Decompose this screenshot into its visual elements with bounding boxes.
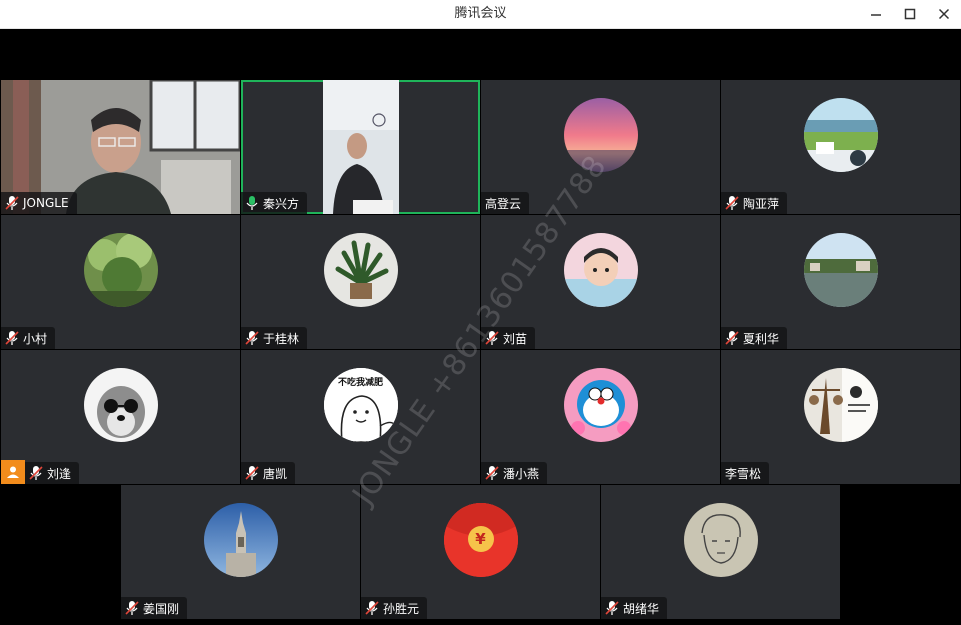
participant-tile[interactable]: 姜国刚 <box>121 485 360 619</box>
minimize-button[interactable] <box>859 0 893 28</box>
participant-tile[interactable]: 刘逢 <box>1 350 240 484</box>
participant-name-bar: 刘逢 <box>25 462 80 484</box>
mic-muted-icon <box>5 195 19 211</box>
participant-name: 潘小燕 <box>503 466 540 481</box>
avatar: ¥ <box>443 503 518 577</box>
participant-name: 胡绪华 <box>623 601 660 616</box>
participant-tile[interactable]: 胡绪华 <box>601 485 840 619</box>
participant-name-bar: 孙胜元 <box>361 597 428 619</box>
participant-name: 李雪松 <box>725 466 762 481</box>
title-bar: 腾讯会议 <box>0 0 961 29</box>
red-envelope-symbol: ¥ <box>475 530 486 548</box>
participant-name: 小村 <box>23 331 48 346</box>
avatar <box>83 233 158 307</box>
participant-name: 刘苗 <box>503 331 528 346</box>
mic-muted-icon <box>725 330 739 346</box>
avatar <box>563 98 638 172</box>
mic-muted-icon <box>605 600 619 616</box>
avatar <box>803 233 878 307</box>
participant-name: 秦兴方 <box>263 196 300 211</box>
mic-muted-icon <box>245 465 259 481</box>
participant-name-bar: 李雪松 <box>721 462 770 484</box>
mic-muted-icon <box>485 465 499 481</box>
participant-tile[interactable]: 不吃我减肥 唐凯 <box>241 350 480 484</box>
avatar <box>803 98 878 172</box>
avatar <box>683 503 758 577</box>
participant-name: 夏利华 <box>743 331 780 346</box>
mic-muted-icon <box>365 600 379 616</box>
host-badge <box>1 460 25 484</box>
participant-name-bar: 夏利华 <box>721 327 788 349</box>
participant-name: 陶亚萍 <box>743 196 780 211</box>
close-button[interactable] <box>927 0 961 28</box>
participant-tile[interactable]: ¥ 孙胜元 <box>361 485 600 619</box>
mic-muted-icon <box>5 330 19 346</box>
participant-name: 刘逢 <box>47 466 72 481</box>
minimize-icon <box>871 14 881 16</box>
user-icon <box>7 466 19 478</box>
window-title: 腾讯会议 <box>454 6 507 21</box>
participant-name-bar: 陶亚萍 <box>721 192 788 214</box>
participant-tile[interactable]: 夏利华 <box>721 215 960 349</box>
participant-name: JONGLE <box>23 196 69 210</box>
participant-name: 孙胜元 <box>383 601 420 616</box>
maximize-icon <box>904 8 916 20</box>
participant-name-bar: 小村 <box>1 327 56 349</box>
participant-name: 高登云 <box>485 196 522 211</box>
participant-tile[interactable]: 潘小燕 <box>481 350 720 484</box>
avatar <box>563 233 638 307</box>
mic-muted-icon <box>245 330 259 346</box>
participant-name-bar: 高登云 <box>481 192 530 214</box>
video-feed <box>323 80 399 214</box>
participant-name: 姜国刚 <box>143 601 180 616</box>
avatar-caption: 不吃我减肥 <box>337 378 383 388</box>
participant-tile[interactable]: JONGLE <box>1 80 240 214</box>
close-icon <box>938 8 950 20</box>
participant-name-bar: JONGLE <box>1 192 77 214</box>
participant-name-bar: 秦兴方 <box>241 192 308 214</box>
mic-muted-icon <box>29 465 43 481</box>
mic-muted-icon <box>125 600 139 616</box>
participant-name: 唐凯 <box>263 466 288 481</box>
participant-tile[interactable]: 刘苗 <box>481 215 720 349</box>
avatar <box>203 503 278 577</box>
video-stage: JONGLE 秦兴方 高登云 陶亚萍 小村 于桂林 刘苗 夏利华 刘逢 不吃我减… <box>0 29 961 625</box>
participant-name-bar: 潘小燕 <box>481 462 548 484</box>
participant-tile[interactable]: 高登云 <box>481 80 720 214</box>
participant-name-bar: 姜国刚 <box>121 597 188 619</box>
participant-tile-speaking[interactable]: 秦兴方 <box>241 80 480 214</box>
participant-tile[interactable]: 小村 <box>1 215 240 349</box>
mic-on-icon <box>245 195 259 211</box>
mic-muted-icon <box>725 195 739 211</box>
avatar <box>803 368 878 442</box>
participant-name: 于桂林 <box>263 331 300 346</box>
participant-name-bar: 刘苗 <box>481 327 536 349</box>
participant-tile[interactable]: 陶亚萍 <box>721 80 960 214</box>
participant-name-bar: 唐凯 <box>241 462 296 484</box>
participant-tile[interactable]: 李雪松 <box>721 350 960 484</box>
avatar: 不吃我减肥 <box>323 368 398 442</box>
participant-name-bar: 于桂林 <box>241 327 308 349</box>
avatar <box>323 233 398 307</box>
participant-grid: JONGLE 秦兴方 高登云 陶亚萍 小村 于桂林 刘苗 夏利华 刘逢 不吃我减… <box>0 80 961 620</box>
maximize-button[interactable] <box>893 0 927 28</box>
avatar <box>563 368 638 442</box>
participant-tile[interactable]: 于桂林 <box>241 215 480 349</box>
participant-name-bar: 胡绪华 <box>601 597 668 619</box>
avatar <box>83 368 158 442</box>
mic-muted-icon <box>485 330 499 346</box>
